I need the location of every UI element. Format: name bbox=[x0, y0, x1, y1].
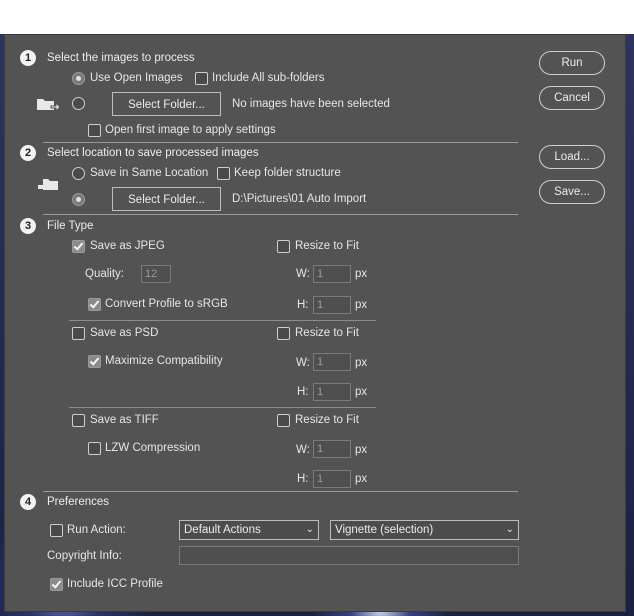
psd-resize-checkbox[interactable] bbox=[277, 327, 290, 340]
run-action-label: Run Action: bbox=[67, 524, 126, 536]
save-same-location-label: Save in Same Location bbox=[90, 167, 209, 179]
select-source-folder-button[interactable]: Select Folder... bbox=[112, 92, 221, 116]
psd-height-input[interactable]: 1 bbox=[313, 383, 351, 401]
keep-folder-structure-checkbox[interactable] bbox=[217, 167, 230, 180]
select-destination-folder-button[interactable]: Select Folder... bbox=[112, 187, 221, 211]
keep-folder-structure-label: Keep folder structure bbox=[234, 167, 341, 179]
action-value: Vignette (selection) bbox=[335, 524, 434, 536]
select-source-folder-radio[interactable] bbox=[72, 97, 85, 110]
jpeg-quality-label: Quality: bbox=[85, 268, 124, 280]
section-1-title: Select the images to process bbox=[47, 52, 195, 64]
jpeg-width-input[interactable]: 1 bbox=[313, 265, 351, 283]
action-set-select[interactable]: Default Actions ⌄ bbox=[179, 520, 319, 540]
jpeg-quality-input[interactable]: 12 bbox=[141, 265, 171, 283]
folder-export-icon bbox=[38, 179, 58, 190]
file-type-divider bbox=[69, 320, 376, 321]
section-divider bbox=[43, 214, 518, 215]
section-4-title: Preferences bbox=[47, 496, 110, 508]
save-same-location-radio[interactable] bbox=[72, 167, 85, 180]
save-as-psd-checkbox[interactable] bbox=[72, 327, 85, 340]
action-select[interactable]: Vignette (selection) ⌄ bbox=[330, 520, 519, 540]
psd-height-unit: px bbox=[355, 386, 368, 398]
folder-import-icon bbox=[37, 99, 60, 112]
maximize-compatibility-label: Maximize Compatibility bbox=[105, 355, 223, 367]
tiff-height-unit: px bbox=[355, 473, 368, 485]
psd-width-label: W: bbox=[296, 357, 310, 369]
jpeg-width-unit: px bbox=[355, 268, 368, 280]
psd-width-input[interactable]: 1 bbox=[313, 353, 351, 371]
section-4-number: 4 bbox=[20, 494, 36, 510]
section-divider bbox=[43, 491, 518, 492]
include-icc-label: Include ICC Profile bbox=[67, 578, 163, 590]
file-type-divider bbox=[69, 407, 376, 408]
section-2-title: Select location to save processed images bbox=[47, 147, 259, 159]
tiff-resize-checkbox[interactable] bbox=[277, 414, 290, 427]
convert-profile-checkbox[interactable] bbox=[88, 298, 101, 311]
tiff-width-unit: px bbox=[355, 444, 368, 456]
cancel-button[interactable]: Cancel bbox=[539, 86, 605, 110]
jpeg-height-unit: px bbox=[355, 299, 368, 311]
save-as-jpeg-checkbox[interactable] bbox=[72, 240, 85, 253]
tiff-height-label: H: bbox=[297, 473, 309, 485]
psd-width-unit: px bbox=[355, 357, 368, 369]
open-first-image-label: Open first image to apply settings bbox=[105, 124, 276, 136]
jpeg-resize-label: Resize to Fit bbox=[295, 240, 359, 252]
save-as-tiff-label: Save as TIFF bbox=[90, 414, 159, 426]
section-1-number: 1 bbox=[20, 50, 36, 66]
action-set-value: Default Actions bbox=[184, 524, 261, 536]
save-as-tiff-checkbox[interactable] bbox=[72, 414, 85, 427]
lzw-compression-label: LZW Compression bbox=[105, 442, 201, 454]
tiff-resize-label: Resize to Fit bbox=[295, 414, 359, 426]
source-folder-status: No images have been selected bbox=[232, 98, 390, 110]
section-2-number: 2 bbox=[20, 145, 36, 161]
jpeg-height-label: H: bbox=[297, 299, 309, 311]
tiff-width-input[interactable]: 1 bbox=[313, 440, 351, 458]
select-destination-folder-radio[interactable] bbox=[72, 193, 85, 206]
tiff-height-input[interactable]: 1 bbox=[313, 470, 351, 488]
jpeg-width-label: W: bbox=[296, 268, 310, 280]
open-first-image-checkbox[interactable] bbox=[88, 124, 101, 137]
save-button[interactable]: Save... bbox=[539, 180, 605, 204]
section-divider bbox=[43, 142, 518, 143]
load-button[interactable]: Load... bbox=[539, 145, 605, 169]
jpeg-height-input[interactable]: 1 bbox=[313, 296, 351, 314]
section-3-title: File Type bbox=[47, 220, 94, 232]
save-as-jpeg-label: Save as JPEG bbox=[90, 240, 165, 252]
maximize-compatibility-checkbox[interactable] bbox=[88, 355, 101, 368]
image-processor-dialog: Run Cancel Load... Save... 1 Select the … bbox=[4, 34, 626, 612]
include-subfolders-label: Include All sub-folders bbox=[212, 72, 325, 84]
chevron-down-icon: ⌄ bbox=[305, 524, 314, 535]
include-icc-checkbox[interactable] bbox=[50, 578, 63, 591]
convert-profile-label: Convert Profile to sRGB bbox=[105, 298, 228, 310]
run-button[interactable]: Run bbox=[539, 51, 605, 75]
include-subfolders-checkbox[interactable] bbox=[195, 72, 208, 85]
chevron-down-icon: ⌄ bbox=[505, 524, 514, 535]
tiff-width-label: W: bbox=[296, 444, 310, 456]
use-open-images-label: Use Open Images bbox=[90, 72, 183, 84]
psd-height-label: H: bbox=[297, 386, 309, 398]
psd-resize-label: Resize to Fit bbox=[295, 327, 359, 339]
lzw-compression-checkbox[interactable] bbox=[88, 442, 101, 455]
destination-folder-path: D:\Pictures\01 Auto Import bbox=[232, 193, 367, 205]
copyright-input[interactable] bbox=[179, 546, 519, 565]
section-3-number: 3 bbox=[20, 218, 36, 234]
copyright-label: Copyright Info: bbox=[47, 550, 122, 562]
jpeg-resize-checkbox[interactable] bbox=[277, 240, 290, 253]
use-open-images-radio[interactable] bbox=[72, 72, 85, 85]
save-as-psd-label: Save as PSD bbox=[90, 327, 159, 339]
run-action-checkbox[interactable] bbox=[50, 524, 63, 537]
